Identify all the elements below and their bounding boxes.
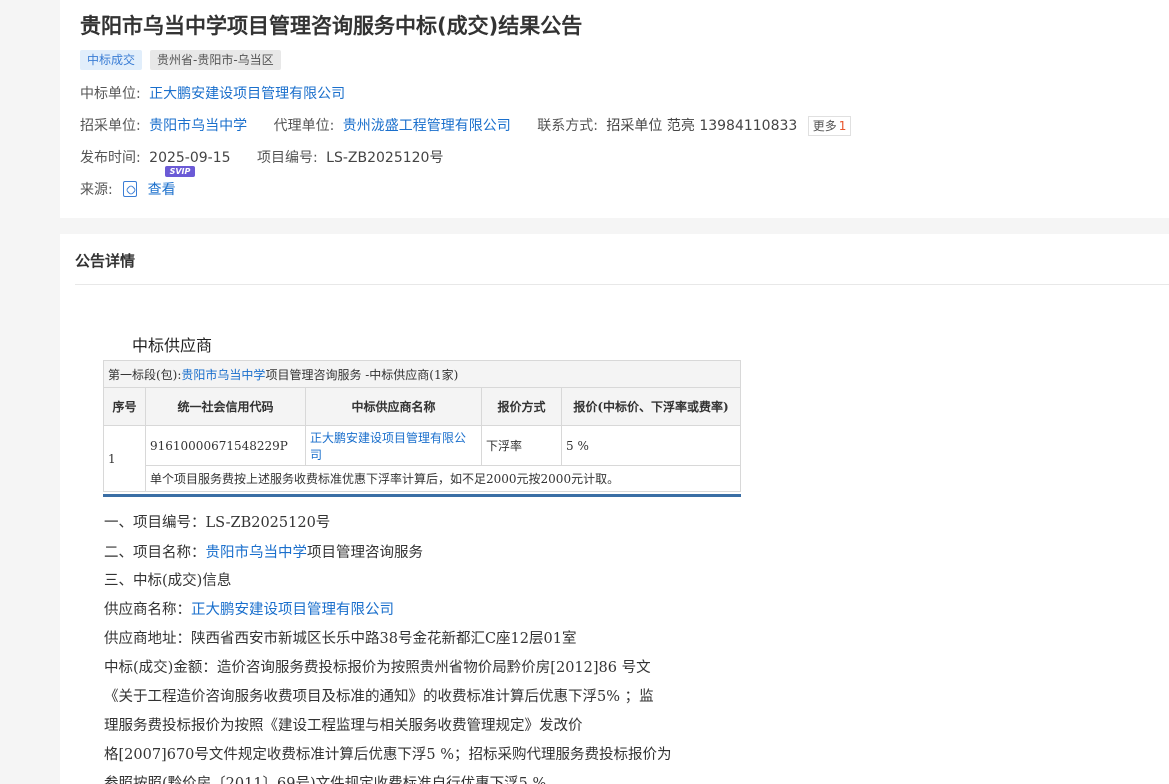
cell-note: 单个项目服务费按上述服务收费标准优惠下浮率计算后，如不足2000元按2000元计…: [145, 465, 741, 492]
project-name-prefix: 二、项目名称：: [104, 545, 206, 561]
svip-badge: SVIP: [165, 166, 195, 177]
col-no: 序号: [103, 387, 146, 426]
col-code: 统一社会信用代码: [145, 387, 306, 426]
agent-link[interactable]: 贵州泷盛工程管理有限公司: [343, 118, 511, 134]
cell-price: 5 %: [561, 425, 741, 466]
project-name-line: 二、项目名称：贵阳市乌当中学项目管理咨询服务: [104, 541, 423, 562]
winner-row: 中标单位: 正大鹏安建设项目管理有限公司: [80, 83, 345, 103]
cell-method: 下浮率: [481, 425, 562, 466]
buyer-label: 招采单位:: [80, 118, 141, 134]
supplier-name-prefix: 供应商名称：: [104, 602, 191, 618]
caption-buyer-link[interactable]: 贵阳市乌当中学: [181, 368, 265, 382]
award-info-heading: 三、中标(成交)信息: [104, 573, 232, 589]
amount-line-1: 中标(成交)金额：造价咨询服务费投标报价为按照贵州省物价局黔价房[2012]86…: [104, 660, 651, 676]
more-label: 更多: [812, 119, 837, 133]
supplier-link[interactable]: 正大鹏安建设项目管理有限公司: [310, 431, 466, 462]
amount-line-4: 格[2007]670号文件规定收费标准计算后优惠下浮5 %；招标采购代理服务费投…: [104, 747, 672, 763]
supplier-address-line: 供应商地址：陕西省西安市新城区长乐中路38号金花新都汇C座12层01室: [104, 631, 577, 647]
project-buyer-link[interactable]: 贵阳市乌当中学: [206, 545, 308, 561]
supplier-name-line: 供应商名称：正大鹏安建设项目管理有限公司: [104, 598, 394, 619]
supplier-name-link[interactable]: 正大鹏安建设项目管理有限公司: [191, 602, 394, 618]
agent-label: 代理单位:: [273, 118, 335, 134]
divider: [75, 284, 1169, 285]
supplier-table: 第一标段(包):贵阳市乌当中学项目管理咨询服务 -中标供应商(1家) 序号 统一…: [103, 360, 741, 492]
cell-no: 1: [103, 425, 146, 492]
amount-line-3: 理服务费投标报价为按照《建设工程监理与相关服务收费管理规定》发改价: [104, 718, 583, 734]
cell-code: 91610000671548229P: [145, 425, 306, 466]
buyer-link[interactable]: 贵阳市乌当中学: [149, 118, 247, 134]
more-contacts-button[interactable]: 更多 1: [807, 116, 852, 136]
source-label: 来源:: [80, 182, 113, 198]
caption-suffix: 项目管理咨询服务 -中标供应商(1家): [265, 367, 459, 382]
table-row: 1 91610000671548229P 正大鹏安建设项目管理有限公司 下浮率 …: [103, 425, 741, 492]
table-caption-row: 第一标段(包):贵阳市乌当中学项目管理咨询服务 -中标供应商(1家): [103, 360, 741, 388]
amount-line-2: 《关于工程造价咨询服务收费项目及标准的通知》的收费标准计算后优惠下浮5% ；监: [104, 689, 654, 705]
winning-supplier-heading: 中标供应商: [132, 336, 213, 355]
page-title: 贵阳市乌当中学项目管理咨询服务中标(成交)结果公告: [80, 14, 583, 38]
region-badge: 贵州省-贵阳市-乌当区: [150, 50, 281, 70]
amount-line-5: 参照按照(黔价房〔2011〕69号)文件规定收费标准自行优惠下浮5 %: [104, 776, 547, 784]
project-no-line: 一、项目编号：LS-ZB2025120号: [104, 515, 331, 531]
table-header-row: 序号 统一社会信用代码 中标供应商名称 报价方式 报价(中标价、下浮率或费率): [103, 387, 741, 426]
publish-label: 发布时间:: [80, 150, 141, 166]
winner-label: 中标单位:: [80, 86, 141, 102]
winner-link[interactable]: 正大鹏安建设项目管理有限公司: [149, 86, 345, 102]
source-row: 来源: 查看: [80, 179, 176, 199]
col-method: 报价方式: [481, 387, 562, 426]
cell-name: 正大鹏安建设项目管理有限公司: [305, 425, 482, 466]
project-no: LS-ZB2025120号: [326, 150, 444, 166]
caption-prefix: 第一标段(包):: [108, 367, 182, 382]
col-name: 中标供应商名称: [305, 387, 482, 426]
status-badge: 中标成交: [80, 50, 143, 70]
section-title: 公告详情: [75, 252, 136, 270]
more-count: 1: [838, 119, 847, 133]
link-icon: [123, 181, 138, 197]
publish-date: 2025-09-15: [149, 150, 231, 166]
contact-value: 招采单位 范亮 13984110833: [606, 118, 798, 134]
project-no-label: 项目编号:: [257, 150, 318, 166]
project-name-suffix: 项目管理咨询服务: [307, 545, 423, 561]
publish-row: 发布时间: 2025-09-15 项目编号: LS-ZB2025120号: [80, 147, 443, 167]
col-price: 报价(中标价、下浮率或费率): [561, 387, 741, 426]
view-source-link[interactable]: 查看: [148, 182, 176, 198]
buyer-row: 招采单位: 贵阳市乌当中学 代理单位: 贵州泷盛工程管理有限公司 联系方式: 招…: [80, 115, 852, 136]
table-note-row: 单个项目服务费按上述服务收费标准优惠下浮率计算后，如不足2000元按2000元计…: [104, 465, 741, 492]
contact-label: 联系方式:: [537, 118, 598, 134]
table-caption: 第一标段(包):贵阳市乌当中学项目管理咨询服务 -中标供应商(1家): [103, 360, 741, 388]
table-bottom-bar: [103, 494, 741, 497]
